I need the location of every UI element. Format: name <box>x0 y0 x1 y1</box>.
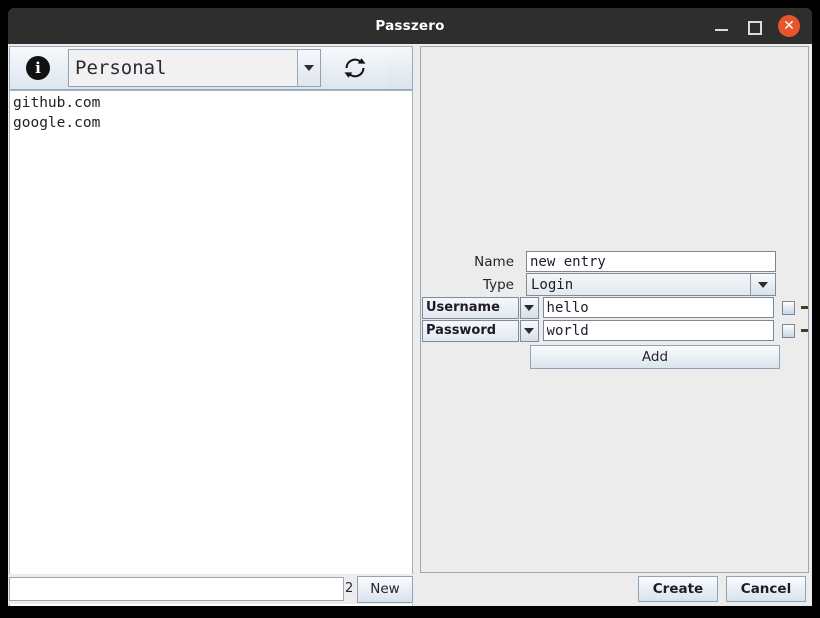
vault-select-value: Personal <box>75 57 167 79</box>
type-select-arrow[interactable] <box>750 274 775 295</box>
vault-toolbar: i Personal <box>9 46 413 90</box>
field-name-select-arrow-password[interactable] <box>519 319 539 342</box>
field-name-value: Password <box>426 323 497 338</box>
entry-list[interactable]: github.com google.com <box>9 90 413 606</box>
remove-field-button-password[interactable] <box>800 329 809 332</box>
client-area: i Personal github.com google.com 2 New N… <box>8 44 812 606</box>
entry-form: Name Type Login <box>420 46 809 573</box>
minimize-button[interactable] <box>712 16 732 36</box>
remove-field-button-username[interactable] <box>800 306 809 309</box>
list-item[interactable]: google.com <box>10 113 412 133</box>
entry-count: 2 <box>345 581 354 596</box>
info-icon: i <box>26 56 50 80</box>
form-row-field-username: Username <box>421 296 809 319</box>
type-select-value: Login <box>531 276 574 293</box>
detail-pane: Name Type Login <box>417 44 812 606</box>
field-checkbox-password[interactable] <box>781 323 795 338</box>
form-rows: Name Type Login <box>421 250 809 370</box>
detail-footer: Create Cancel <box>638 576 806 602</box>
chevron-down-icon <box>524 304 535 311</box>
entries-footer: 2 New <box>9 574 413 604</box>
maximize-button[interactable] <box>744 16 764 36</box>
name-input[interactable] <box>526 251 776 272</box>
add-field-button[interactable]: Add <box>530 345 780 369</box>
refresh-icon <box>344 58 366 78</box>
refresh-button[interactable] <box>323 47 387 89</box>
field-name-select-password[interactable]: Password <box>422 319 519 342</box>
field-name-select-arrow-username[interactable] <box>519 296 539 319</box>
chevron-down-icon <box>524 327 535 334</box>
title-bar: Passzero ✕ <box>8 8 812 44</box>
form-row-field-password: Password <box>421 319 809 342</box>
close-button[interactable]: ✕ <box>778 15 800 37</box>
vault-select[interactable]: Personal <box>68 49 321 87</box>
minimize-icon <box>715 29 728 31</box>
type-select[interactable]: Login <box>526 273 776 296</box>
info-button[interactable]: i <box>10 47 66 89</box>
close-icon: ✕ <box>783 18 795 34</box>
filter-input[interactable] <box>9 577 344 601</box>
maximize-icon <box>748 21 762 35</box>
vault-select-arrow[interactable] <box>297 50 320 86</box>
window-title: Passzero <box>375 18 445 34</box>
name-label: Name <box>474 253 514 270</box>
new-entry-button[interactable]: New <box>357 575 413 603</box>
create-button[interactable]: Create <box>638 576 718 602</box>
field-name-select-username[interactable]: Username <box>422 296 519 319</box>
list-item[interactable]: github.com <box>10 93 412 113</box>
chevron-down-icon <box>758 281 768 288</box>
field-checkbox-username[interactable] <box>781 300 795 315</box>
field-name-value: Username <box>426 300 500 315</box>
form-row-name: Name <box>421 250 808 273</box>
cancel-button[interactable]: Cancel <box>726 576 806 602</box>
type-label: Type <box>482 276 514 293</box>
entries-pane: i Personal github.com google.com 2 New <box>8 44 417 606</box>
chevron-down-icon <box>304 65 314 71</box>
app-window: Passzero ✕ i Personal github.com google.… <box>8 8 812 606</box>
field-value-input-password[interactable] <box>542 320 774 341</box>
form-row-type: Type Login <box>421 273 808 296</box>
form-row-add: Add <box>421 344 808 370</box>
field-value-input-username[interactable] <box>542 297 774 318</box>
